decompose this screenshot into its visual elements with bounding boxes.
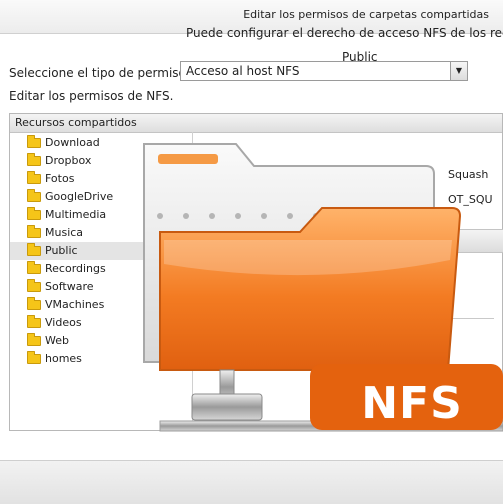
folder-icon <box>27 189 41 202</box>
folder-icon <box>27 297 41 310</box>
nfs-description-text: Puede configurar el derecho de acceso NF… <box>186 26 503 40</box>
share-item-label: Videos <box>45 316 82 329</box>
share-item-label: Musica <box>45 226 84 239</box>
folder-icon <box>27 315 41 328</box>
share-item-label: Multimedia <box>45 208 107 221</box>
share-item-label: VMachines <box>45 298 105 311</box>
share-item-label: Dropbox <box>45 154 92 167</box>
folder-icon <box>27 153 41 166</box>
share-item-label: Fotos <box>45 172 75 185</box>
nfs-permissions-subtitle: Editar los permisos de NFS. <box>9 89 174 103</box>
folder-icon <box>27 171 41 184</box>
permission-type-value: Acceso al host NFS <box>186 64 300 78</box>
folder-icon <box>27 279 41 292</box>
share-item-label: Recordings <box>45 262 106 275</box>
chevron-down-icon[interactable]: ▼ <box>450 62 467 80</box>
nfs-badge-text: NFS <box>361 378 463 429</box>
shares-panel-header: Recursos compartidos <box>10 114 502 133</box>
folder-icon <box>27 225 41 238</box>
folder-icon <box>27 261 41 274</box>
share-item-label: Public <box>45 244 78 257</box>
permission-type-label: Seleccione el tipo de permiso: <box>9 66 190 80</box>
shares-header-label: Recursos compartidos <box>15 116 137 129</box>
share-item-label: Web <box>45 334 69 347</box>
permission-type-select[interactable]: Acceso al host NFS ▼ <box>180 61 468 81</box>
share-item-label: homes <box>45 352 82 365</box>
share-item-label: GoogleDrive <box>45 190 114 203</box>
share-item-label: Download <box>45 136 100 149</box>
folder-icon <box>27 333 41 346</box>
folder-icon <box>27 207 41 220</box>
dialog-footer <box>0 460 503 504</box>
folder-icon <box>27 351 41 364</box>
folder-icon <box>27 135 41 148</box>
folder-icon <box>27 243 41 256</box>
selected-share-name: Public <box>342 50 378 64</box>
window-title: Editar los permisos de carpetas comparti… <box>243 8 489 21</box>
share-item-label: Software <box>45 280 94 293</box>
